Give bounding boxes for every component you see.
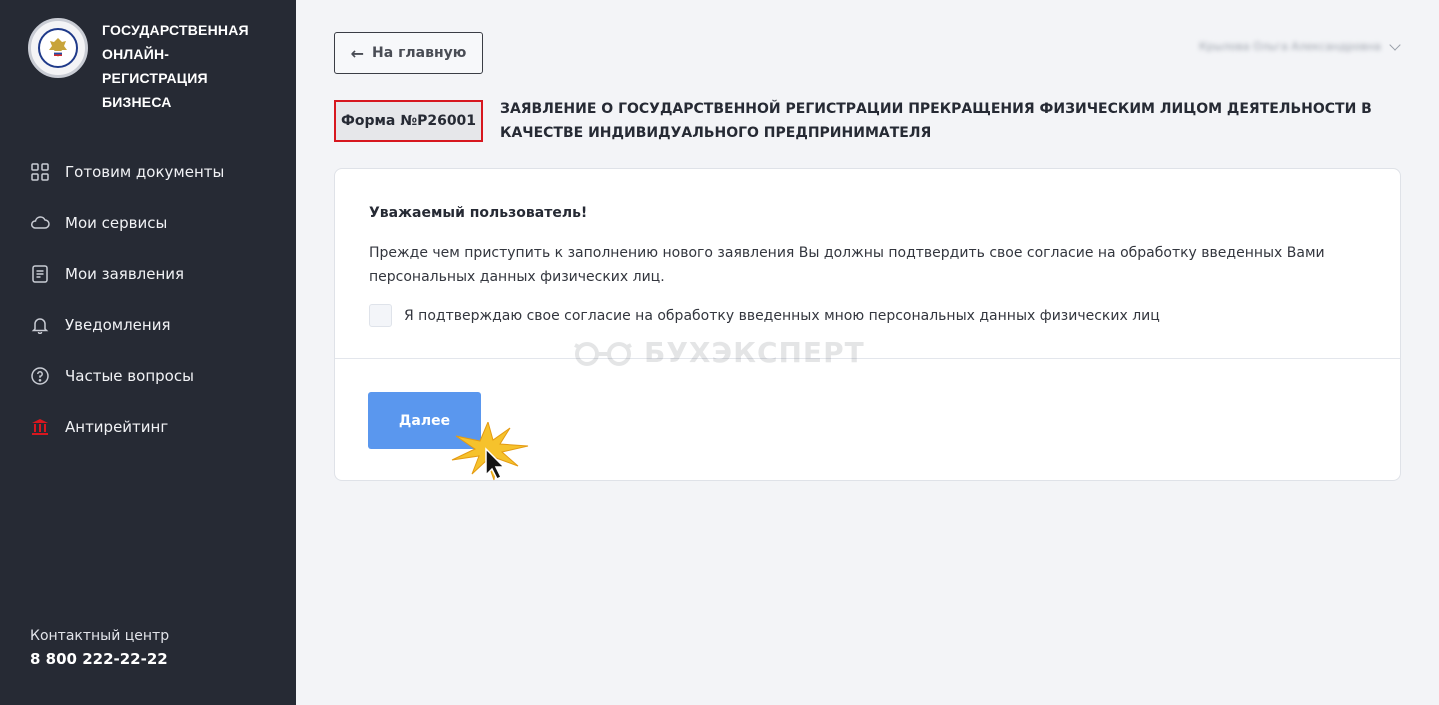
brand-logo[interactable]: ГОСУДАРСТВЕННАЯ ОНЛАЙН-РЕГИСТРАЦИЯ БИЗНЕ… xyxy=(28,18,272,114)
sidebar: ГОСУДАРСТВЕННАЯ ОНЛАЙН-РЕГИСТРАЦИЯ БИЗНЕ… xyxy=(0,0,296,705)
sidebar-item-label: Готовим документы xyxy=(65,162,225,181)
brand-title: ГОСУДАРСТВЕННАЯ ОНЛАЙН-РЕГИСТРАЦИЯ БИЗНЕ… xyxy=(102,22,249,110)
divider xyxy=(335,358,1400,359)
consent-checkbox[interactable] xyxy=(369,304,392,327)
sidebar-item-notifications[interactable]: Уведомления xyxy=(30,299,270,350)
document-icon xyxy=(30,264,50,284)
greeting-heading: Уважаемый пользователь! xyxy=(369,205,588,221)
form-number-badge: Форма №Р26001 xyxy=(334,100,483,142)
sidebar-item-label: Антирейтинг xyxy=(65,417,169,436)
owl-glasses-icon xyxy=(574,341,632,366)
consent-label: Я подтверждаю свое согласие на обработку… xyxy=(404,307,1160,324)
contact-phone[interactable]: 8 800 222-22-22 xyxy=(30,650,169,668)
consent-description: Прежде чем приступить к заполнению новог… xyxy=(369,245,1325,285)
click-highlight-cursor xyxy=(448,420,530,488)
sidebar-item-label: Мои сервисы xyxy=(65,213,168,232)
sidebar-item-label: Мои заявления xyxy=(65,264,185,283)
watermark-text: БУХЭКСПЕРТ xyxy=(644,336,865,369)
sidebar-item-documents[interactable]: Готовим документы xyxy=(30,146,270,197)
back-button-label: На главную xyxy=(372,45,467,61)
building-icon xyxy=(30,417,50,437)
grid-icon xyxy=(30,162,50,182)
bell-icon xyxy=(30,315,50,335)
fns-emblem-icon xyxy=(28,18,88,78)
cloud-icon xyxy=(30,213,50,233)
question-icon xyxy=(30,366,50,386)
sidebar-item-label: Частые вопросы xyxy=(65,366,194,385)
sidebar-nav: Готовим документы Мои сервисы Мои заявле… xyxy=(30,146,270,452)
arrow-left-icon: ← xyxy=(350,43,365,63)
sidebar-item-faq[interactable]: Частые вопросы xyxy=(30,350,270,401)
sidebar-item-antirating[interactable]: Антирейтинг xyxy=(30,401,270,452)
contact-center: Контактный центр 8 800 222-22-22 xyxy=(30,628,169,668)
user-menu[interactable]: Крылова Ольга Александровна xyxy=(1199,38,1401,53)
user-name: Крылова Ольга Александровна xyxy=(1199,40,1381,53)
watermark: БУХЭКСПЕРТ xyxy=(572,336,865,369)
chevron-down-icon xyxy=(1389,38,1401,51)
form-title: ЗАЯВЛЕНИЕ О ГОСУДАРСТВЕННОЙ РЕГИСТРАЦИИ … xyxy=(500,101,1372,141)
contact-label: Контактный центр xyxy=(30,628,170,644)
consent-checkbox-row[interactable]: Я подтверждаю свое согласие на обработку… xyxy=(369,304,1160,327)
sidebar-item-applications[interactable]: Мои заявления xyxy=(30,248,270,299)
sidebar-item-services[interactable]: Мои сервисы xyxy=(30,197,270,248)
sidebar-item-label: Уведомления xyxy=(65,315,171,334)
back-to-home-button[interactable]: ← На главную xyxy=(334,32,483,74)
